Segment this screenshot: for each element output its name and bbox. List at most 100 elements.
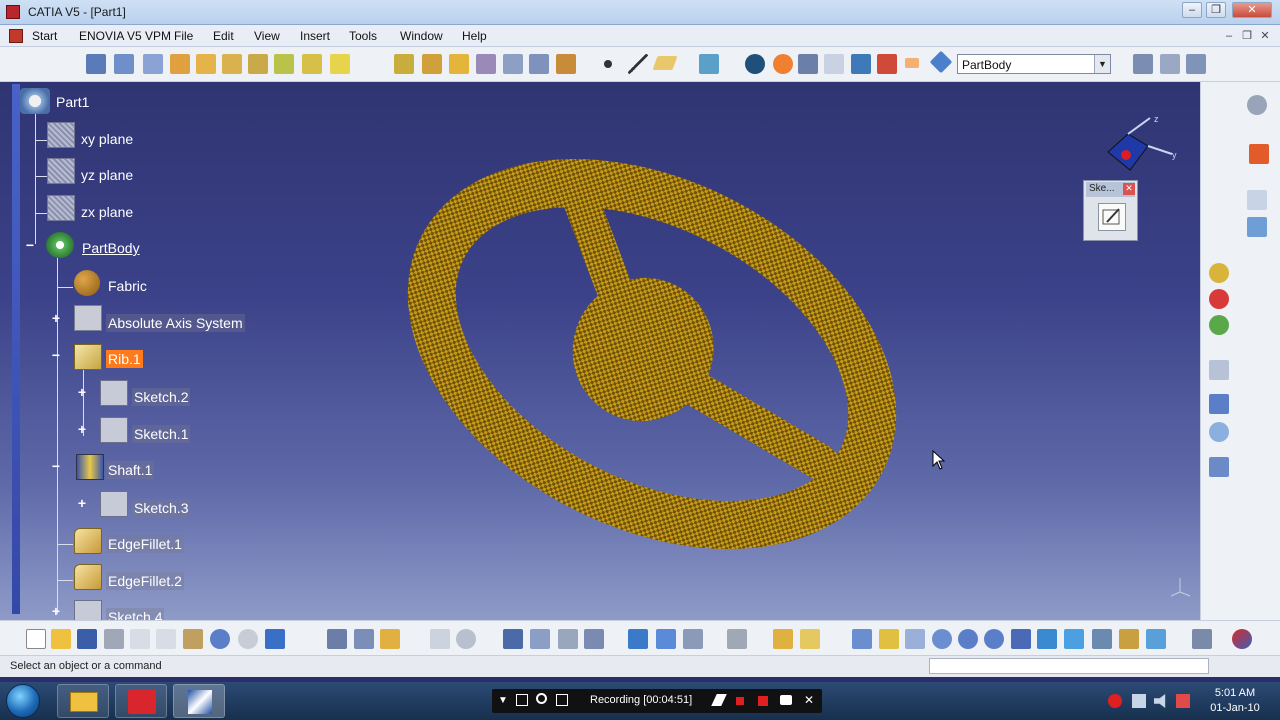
tree-node-fabric[interactable]: Fabric (108, 278, 147, 294)
axis-system-icon[interactable] (798, 54, 818, 74)
comment-icon[interactable] (456, 629, 476, 649)
zoom-in-icon[interactable] (958, 629, 978, 649)
zoom-out-icon[interactable] (984, 629, 1004, 649)
point-icon[interactable] (604, 60, 612, 68)
update-icon[interactable] (745, 54, 765, 74)
doc-minimize-button[interactable]: – (1222, 30, 1236, 43)
menu-view[interactable]: View (254, 29, 280, 43)
menu-enovia[interactable]: ENOVIA V5 VPM (79, 29, 171, 43)
pan-icon[interactable] (879, 629, 899, 649)
hide-show-icon[interactable] (327, 629, 347, 649)
tree-node-sketch1[interactable]: Sketch.1 (132, 425, 191, 443)
table-icon[interactable] (503, 629, 523, 649)
network-icon[interactable] (1132, 694, 1146, 708)
print-icon[interactable] (104, 629, 124, 649)
collapse-toggle[interactable]: − (50, 459, 62, 473)
paste-icon[interactable] (183, 629, 203, 649)
apply-material-icon[interactable] (929, 50, 953, 74)
thread-icon[interactable] (529, 54, 549, 74)
rotate-icon[interactable] (932, 629, 952, 649)
doc-restore-button[interactable]: ❐ (1240, 30, 1254, 43)
plane-icon[interactable] (652, 56, 678, 70)
cut-icon[interactable] (130, 629, 150, 649)
taskbar-clock[interactable]: 5:01 AM 01-Jan-10 (1200, 686, 1270, 716)
close-icon[interactable]: ✕ (1123, 183, 1135, 195)
tree-node-zx-plane[interactable]: zx plane (81, 204, 133, 220)
shaft-icon[interactable] (143, 54, 163, 74)
chamfer-icon[interactable] (422, 54, 442, 74)
check-icon[interactable] (584, 629, 604, 649)
mirror-icon[interactable] (1209, 394, 1229, 414)
pencil-icon[interactable] (711, 694, 727, 706)
swap-icon[interactable] (1146, 629, 1166, 649)
measure-icon[interactable] (824, 54, 844, 74)
tree-node-shaft1[interactable]: Shaft.1 (106, 461, 155, 479)
groove-icon[interactable] (170, 54, 190, 74)
close-button[interactable]: ✕ (1232, 2, 1272, 18)
line-icon[interactable] (628, 54, 648, 74)
knowledge-icon[interactable] (530, 629, 550, 649)
menu-file[interactable]: File (174, 29, 193, 43)
tree-node-sketch2[interactable]: Sketch.2 (132, 388, 191, 406)
menu-insert[interactable]: Insert (300, 29, 330, 43)
hole-icon[interactable] (196, 54, 216, 74)
stiffener-icon[interactable] (274, 54, 294, 74)
record-tray-icon[interactable] (1108, 694, 1122, 708)
reactions-icon[interactable] (558, 629, 578, 649)
shading-icon[interactable] (1064, 629, 1084, 649)
swap-space-icon[interactable] (354, 629, 374, 649)
search-icon[interactable] (536, 693, 547, 704)
walk-mode-icon[interactable] (800, 629, 820, 649)
thickness-icon[interactable] (503, 54, 523, 74)
remove-face-icon[interactable] (556, 54, 576, 74)
chevron-down-icon[interactable]: ▼ (498, 695, 508, 706)
chevron-down-icon[interactable]: ▼ (1094, 55, 1110, 73)
power-input-field[interactable] (929, 658, 1209, 674)
tree-node-partbody[interactable]: PartBody (82, 240, 140, 256)
tree-node-yz-plane[interactable]: yz plane (81, 167, 133, 183)
catia-taskbar-button[interactable] (173, 684, 225, 718)
snap-icon[interactable] (1160, 54, 1180, 74)
analysis-icon[interactable] (877, 54, 897, 74)
redo-icon[interactable] (238, 629, 258, 649)
formula-icon[interactable] (430, 629, 450, 649)
camera-icon[interactable] (780, 695, 792, 705)
fullscreen-icon[interactable] (556, 694, 568, 706)
shell-icon[interactable] (476, 54, 496, 74)
settings-icon[interactable] (1247, 95, 1267, 115)
current-body-select[interactable]: PartBody ▼ (957, 54, 1111, 74)
record-icon[interactable] (758, 696, 768, 706)
iso-view-icon[interactable] (1037, 629, 1057, 649)
draft-icon[interactable] (449, 54, 469, 74)
scale-icon[interactable] (1209, 457, 1229, 477)
constraint-icon[interactable] (1186, 54, 1206, 74)
removed-loft-icon[interactable] (330, 54, 350, 74)
translate-icon[interactable] (1209, 360, 1229, 380)
fly-mode-icon[interactable] (773, 629, 793, 649)
boolean-icon[interactable] (1209, 289, 1229, 309)
grid-icon[interactable] (683, 629, 703, 649)
multi-body-icon[interactable] (1209, 263, 1229, 283)
pocket-icon[interactable] (114, 54, 134, 74)
tree-scrollbar[interactable] (12, 84, 20, 614)
layer-icon[interactable] (1192, 629, 1212, 649)
solidworks-taskbar-button[interactable] (115, 684, 167, 718)
slot-icon[interactable] (248, 54, 268, 74)
collapse-toggle[interactable]: − (24, 238, 36, 252)
open-icon[interactable] (51, 629, 71, 649)
compass-icon[interactable]: z y (1100, 112, 1180, 182)
expand-toggle[interactable]: + (76, 385, 88, 399)
stop-icon[interactable] (736, 697, 744, 705)
loft-icon[interactable] (302, 54, 322, 74)
normal-view-icon[interactable] (1011, 629, 1031, 649)
catalog-icon[interactable] (851, 54, 871, 74)
edge-fillet-icon[interactable] (394, 54, 414, 74)
tree-node-rib1[interactable]: Rib.1 (106, 350, 143, 368)
close-icon[interactable]: ✕ (804, 693, 814, 707)
sketch-button[interactable] (1098, 203, 1126, 231)
minimize-button[interactable]: – (1182, 2, 1202, 18)
tree-node-sketch4[interactable]: Sketch.4 (106, 608, 165, 620)
tree-node-sketch3[interactable]: Sketch.3 (132, 499, 191, 517)
maximize-button[interactable]: ❐ (1206, 2, 1226, 18)
window-icon[interactable] (516, 694, 528, 706)
